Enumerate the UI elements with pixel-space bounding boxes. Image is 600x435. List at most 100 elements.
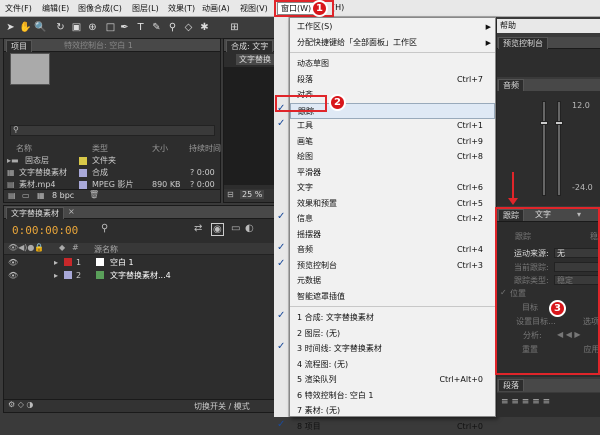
menu-item[interactable]: 1 合成: 文字替换素材: [290, 310, 495, 326]
table-row[interactable]: ▦ 文字替换素材 合成 ? 0:00: [7, 167, 217, 178]
frame-blending-icon[interactable]: ▭: [231, 223, 240, 234]
tab-paragraph[interactable]: 段落: [498, 379, 524, 391]
col-header-type[interactable]: 类型: [92, 143, 108, 154]
step-badge-2: 2: [329, 94, 346, 111]
layer-row[interactable]: 👁 ▸ 2 文字替换素材...4: [4, 270, 274, 281]
menu-item[interactable]: 工具 Ctrl+1: [290, 118, 495, 134]
viewer-options-icon[interactable]: ⊟: [227, 190, 234, 199]
help-panel-tab[interactable]: 帮助: [497, 19, 600, 33]
eraser-tool-icon[interactable]: ◇: [182, 21, 195, 34]
tab-preview[interactable]: 预览控制台: [498, 37, 548, 49]
menu-item[interactable]: 智能遮罩插值: [290, 289, 495, 305]
tab-audio[interactable]: 音频: [498, 79, 524, 91]
tab-timeline[interactable]: 文字替换素材: [6, 207, 64, 219]
workspace-icon[interactable]: ⊞: [228, 21, 241, 34]
col-header-duration[interactable]: 持续时间: [189, 143, 221, 154]
menu-item[interactable]: 工作区(S) ▶: [290, 19, 495, 35]
db-label: 12.0: [572, 101, 590, 110]
eye-icon[interactable]: 👁: [8, 270, 18, 281]
comp-footer: ⊟ 25 %: [224, 189, 277, 202]
comp-name-tab[interactable]: 文字替换: [236, 54, 278, 65]
toggle-switches-modes[interactable]: 切换开关 / 模式: [194, 401, 250, 412]
selection-tool-icon[interactable]: ➤: [4, 21, 17, 34]
audio-slider-right[interactable]: [557, 101, 561, 196]
layer-row[interactable]: 👁 ▸ 1 空白 1: [4, 257, 274, 268]
menu-item-label: 8 项目: [297, 421, 321, 431]
col-header-name[interactable]: 名称: [16, 143, 32, 154]
timecode-display[interactable]: 0:00:00:00: [12, 224, 78, 237]
comp-mini-flowchart-icon[interactable]: ⇄: [194, 223, 202, 234]
menu-item-shortcut: Ctrl+1: [456, 121, 483, 130]
rectangle-tool-icon[interactable]: □: [104, 21, 117, 34]
menu-animation[interactable]: 动画(A): [202, 3, 230, 14]
menu-item[interactable]: 段落 Ctrl+7: [290, 72, 495, 88]
menu-item[interactable]: 文字 Ctrl+6: [290, 180, 495, 196]
menu-edit[interactable]: 编辑(E): [42, 3, 69, 14]
interpret-footage-icon[interactable]: ▤: [8, 191, 16, 200]
toggle-switches-icon[interactable]: ⚙ ◇ ◑: [8, 400, 33, 409]
menu-item[interactable]: 摇摆器: [290, 227, 495, 243]
camera-tool-icon[interactable]: ▣: [70, 21, 83, 34]
menu-item-label: 2 图层: (无): [297, 328, 341, 338]
hand-tool-icon[interactable]: ✋: [19, 21, 32, 34]
pen-tool-icon[interactable]: ✒: [118, 21, 131, 34]
expand-arrow-icon[interactable]: ▸: [54, 270, 58, 281]
clone-tool-icon[interactable]: ⚲: [166, 21, 179, 34]
trash-icon[interactable]: 🗑: [89, 190, 99, 199]
audio-slider-knob[interactable]: [555, 121, 563, 125]
brush-tool-icon[interactable]: ✎: [150, 21, 163, 34]
menu-composition[interactable]: 图像合成(C): [78, 3, 122, 14]
menu-item[interactable]: 分配快捷键给「全部面板」工作区 ▶: [290, 35, 495, 51]
tab-composition[interactable]: 合成: 文字: [226, 40, 274, 52]
layer-label-color[interactable]: [64, 258, 72, 266]
menu-item[interactable]: 4 流程图: (无): [290, 357, 495, 373]
zoom-select[interactable]: 25 %: [240, 190, 265, 199]
menu-item[interactable]: 3 时间线: 文字替换素材: [290, 341, 495, 357]
menu-item[interactable]: 2 图层: (无): [290, 326, 495, 342]
search-layers-icon[interactable]: ⚲: [101, 223, 108, 234]
menu-item[interactable]: 5 渲染队列 Ctrl+Alt+0: [290, 372, 495, 388]
comp-viewer[interactable]: [224, 67, 277, 185]
menu-item[interactable]: 音频 Ctrl+4: [290, 242, 495, 258]
audio-slider-knob[interactable]: [540, 121, 548, 125]
audio-slider-left[interactable]: [542, 101, 546, 196]
menu-file[interactable]: 文件(F): [5, 3, 32, 14]
menu-item[interactable]: 元数据: [290, 273, 495, 289]
menu-item[interactable]: 信息 Ctrl+2: [290, 211, 495, 227]
menu-item[interactable]: 动态草图: [290, 56, 495, 72]
menu-view[interactable]: 视图(V): [240, 3, 268, 14]
type-tool-icon[interactable]: T: [134, 21, 147, 34]
project-search-input[interactable]: ⚲: [10, 125, 215, 136]
bpc-label[interactable]: 8 bpc: [52, 191, 74, 200]
puppet-tool-icon[interactable]: ✱: [198, 21, 211, 34]
eye-icon[interactable]: 👁: [8, 257, 18, 268]
menu-item[interactable]: 平滑器: [290, 165, 495, 181]
menu-item[interactable]: 8 项目 Ctrl+0: [290, 419, 495, 435]
align-buttons-icon[interactable]: ≡ ≡ ≡ ≡ ≡: [501, 397, 550, 407]
table-row[interactable]: ▸▬ 固态层 文件夹: [7, 155, 217, 166]
rotate-tool-icon[interactable]: ↻: [54, 21, 67, 34]
col-header-size[interactable]: 大小: [152, 143, 168, 154]
menu-item[interactable]: 效果和预置 Ctrl+5: [290, 196, 495, 212]
label-color-swatch: [79, 181, 87, 189]
motion-blur-icon[interactable]: ◐: [245, 223, 254, 234]
close-icon[interactable]: ×: [68, 207, 75, 216]
pan-behind-tool-icon[interactable]: ⊕: [86, 21, 99, 34]
zoom-tool-icon[interactable]: 🔍: [34, 21, 47, 34]
menu-layer[interactable]: 图层(L): [132, 3, 159, 14]
layer-label-color[interactable]: [64, 271, 72, 279]
menu-effect[interactable]: 效果(T): [168, 3, 195, 14]
menu-item[interactable]: 6 特效控制台: 空白 1: [290, 388, 495, 404]
draft-3d-icon[interactable]: ◉: [211, 223, 224, 236]
new-comp-icon[interactable]: ▦: [37, 191, 45, 200]
menu-item[interactable]: 绘图 Ctrl+8: [290, 149, 495, 165]
menu-item[interactable]: 画笔 Ctrl+9: [290, 134, 495, 150]
tab-project[interactable]: 项目: [6, 40, 32, 52]
menu-item-label: 效果和预置: [297, 198, 337, 208]
expand-arrow-icon[interactable]: ▸: [54, 257, 58, 268]
tab-effect-controls[interactable]: 特效控制台: 空白 1: [60, 40, 137, 52]
source-name-header[interactable]: 源名称: [94, 244, 118, 255]
menu-item[interactable]: 预览控制台 Ctrl+3: [290, 258, 495, 274]
new-folder-icon[interactable]: ▭: [22, 191, 30, 200]
menu-item-shortcut: Ctrl+5: [456, 198, 483, 208]
